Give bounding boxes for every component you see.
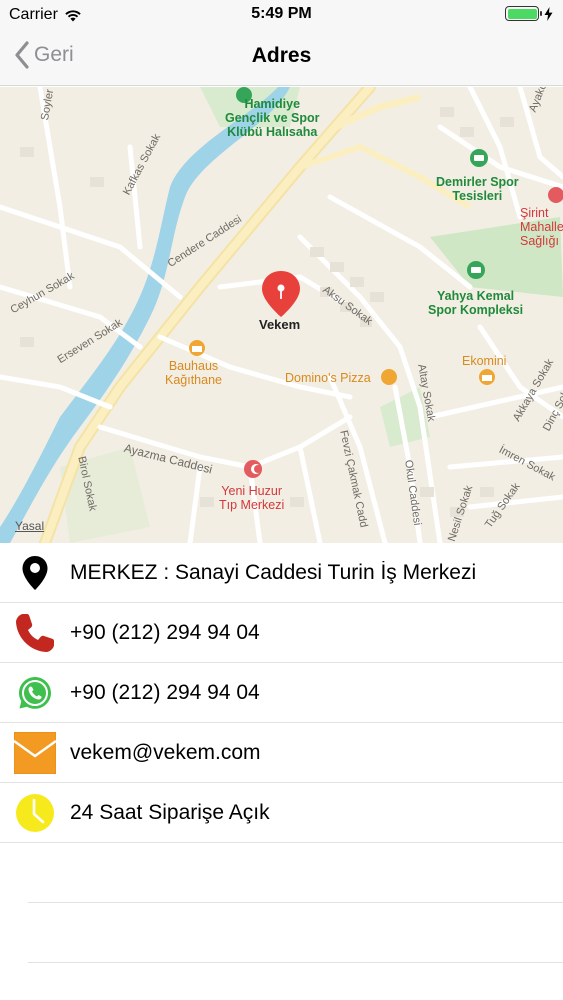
sports-icon bbox=[467, 261, 485, 279]
address-text: MERKEZ : Sanayi Caddesi Turin İş Merkezi bbox=[70, 560, 477, 584]
hours-row: 24 Saat Siparişe Açık bbox=[0, 783, 563, 843]
empty-list-row bbox=[28, 843, 563, 903]
map-view[interactable]: Hamidiye Gençlik ve Spor Klübü Halısaha De… bbox=[0, 87, 563, 543]
email-row[interactable]: vekem@vekem.com bbox=[0, 723, 563, 783]
contact-list: MERKEZ : Sanayi Caddesi Turin İş Merkezi… bbox=[0, 543, 563, 963]
mail-icon bbox=[0, 723, 70, 783]
whatsapp-text: +90 (212) 294 94 04 bbox=[70, 680, 260, 704]
shopping-icon bbox=[479, 369, 495, 385]
phone-row[interactable]: +90 (212) 294 94 04 bbox=[0, 603, 563, 663]
navigation-bar: Geri Adres bbox=[0, 30, 563, 86]
phone-text: +90 (212) 294 94 04 bbox=[70, 620, 260, 644]
clock-icon bbox=[0, 783, 70, 843]
whatsapp-row[interactable]: +90 (212) 294 94 04 bbox=[0, 663, 563, 723]
sports-icon bbox=[470, 149, 488, 167]
battery-indicator bbox=[505, 6, 553, 21]
empty-list-row bbox=[28, 903, 563, 963]
map-place-label: Hamidiye Gençlik ve Spor Klübü Halısaha bbox=[225, 97, 320, 139]
address-row[interactable]: MERKEZ : Sanayi Caddesi Turin İş Merkezi bbox=[0, 543, 563, 603]
map-pin-label: Vekem bbox=[259, 317, 301, 332]
map-place-label: Domino's Pizza bbox=[285, 371, 371, 385]
page-title: Adres bbox=[251, 44, 312, 67]
map-place-label: ŞirintMahalleSağlığı M bbox=[520, 206, 563, 248]
hours-text: 24 Saat Siparişe Açık bbox=[70, 800, 270, 824]
map-place-label: Yeni Huzur Tıp Merkezi bbox=[219, 484, 285, 512]
battery-level-fill bbox=[507, 8, 537, 19]
charging-bolt-icon bbox=[544, 6, 553, 21]
status-bar: Carrier 5:49 PM bbox=[0, 0, 563, 30]
map-place-label: Bauhaus Kağıthane bbox=[165, 359, 222, 387]
food-icon bbox=[381, 369, 397, 385]
shopping-icon bbox=[189, 340, 205, 356]
map-place-label: Demirler Spor Tesisleri bbox=[436, 175, 519, 203]
map-legal-link[interactable]: Yasal bbox=[15, 519, 44, 533]
location-pin-icon bbox=[0, 543, 70, 603]
whatsapp-icon bbox=[0, 663, 70, 723]
map-place-label: Ekomini bbox=[462, 354, 507, 368]
back-button[interactable]: Geri bbox=[14, 41, 74, 69]
back-button-label: Geri bbox=[34, 43, 74, 66]
status-time: 5:49 PM bbox=[251, 5, 312, 22]
email-text: vekem@vekem.com bbox=[70, 740, 261, 764]
phone-icon bbox=[0, 603, 70, 663]
hospital-icon bbox=[244, 460, 262, 478]
battery-icon bbox=[505, 6, 542, 21]
chevron-left-icon bbox=[15, 41, 29, 69]
map-place-label: Yahya Kemal Spor Kompleksi bbox=[428, 289, 524, 317]
